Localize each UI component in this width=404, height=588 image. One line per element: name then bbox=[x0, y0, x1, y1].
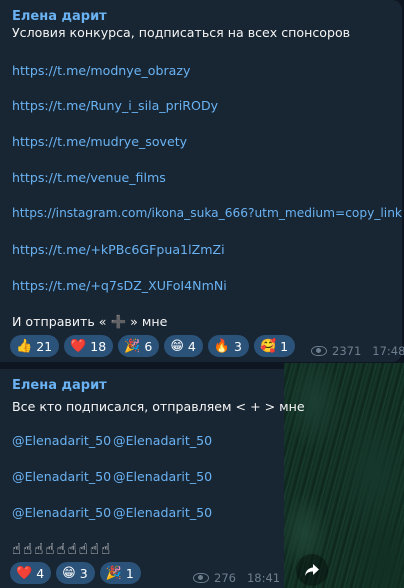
reactions-bar-2: ❤️ 4 😁 3 🎉 1 bbox=[10, 562, 141, 584]
mention[interactable]: @Elenadarit_50 bbox=[12, 433, 111, 448]
link-5[interactable]: https://instagram.com/ikona_suka_666?utm… bbox=[12, 206, 402, 220]
share-arrow-icon bbox=[305, 564, 319, 576]
reaction-count: 4 bbox=[187, 338, 196, 354]
reaction-heart[interactable]: ❤️ 18 bbox=[64, 335, 114, 357]
mention[interactable]: @Elenadarit_50 bbox=[113, 505, 212, 520]
message-meta-1: 2371 17:48 bbox=[311, 344, 404, 358]
reaction-grin[interactable]: 😁 3 bbox=[56, 562, 95, 584]
link-2[interactable]: https://t.me/Runy_i_sila_priRODy bbox=[12, 98, 218, 113]
background-photo bbox=[284, 363, 404, 588]
reaction-count: 21 bbox=[36, 338, 53, 354]
reaction-emoji: 🎉 bbox=[124, 338, 141, 354]
timestamp: 18:41 bbox=[246, 571, 281, 585]
reaction-emoji: ❤️ bbox=[70, 338, 87, 354]
message-text: Все кто подписался, отправляем < + > мне bbox=[12, 399, 305, 414]
pointing-up-emojis: ☝☝☝☝☝☝☝☝☝ bbox=[12, 540, 113, 558]
reaction-count: 4 bbox=[36, 565, 45, 581]
link-3[interactable]: https://t.me/mudrye_sovety bbox=[12, 134, 187, 149]
reaction-emoji: ❤️ bbox=[16, 565, 33, 581]
reaction-count: 1 bbox=[280, 338, 289, 354]
reaction-emoji: 😁 bbox=[170, 338, 184, 354]
eye-icon bbox=[311, 346, 327, 356]
message-meta-2: 276 18:41 bbox=[193, 571, 280, 585]
link-7[interactable]: https://t.me/+q7sDZ_XUFoI4NmNi bbox=[12, 278, 227, 293]
closing-text: И отправить « ➕ » мне bbox=[12, 314, 168, 329]
reaction-thumbs-up[interactable]: 👍 21 bbox=[10, 335, 60, 357]
reaction-grin[interactable]: 😁 4 bbox=[164, 335, 203, 357]
reaction-count: 6 bbox=[144, 338, 153, 354]
reaction-party[interactable]: 🎉 6 bbox=[118, 335, 160, 357]
mention[interactable]: @Elenadarit_50 bbox=[113, 433, 212, 448]
link-6[interactable]: https://t.me/+kPBc6GFpua1lZmZi bbox=[12, 242, 225, 257]
message-text: Условия конкурса, подписаться на всех сп… bbox=[12, 25, 351, 40]
view-count: 276 bbox=[214, 571, 236, 585]
reaction-emoji: 👍 bbox=[16, 338, 33, 354]
reactions-bar-1: 👍 21 ❤️ 18 🎉 6 😁 4 🔥 3 🥰 1 bbox=[10, 335, 296, 357]
sender-name[interactable]: Елена дарит bbox=[12, 377, 274, 395]
view-count: 2371 bbox=[332, 344, 362, 358]
reaction-emoji: 😁 bbox=[62, 565, 76, 581]
eye-icon bbox=[193, 573, 209, 583]
reaction-heart[interactable]: ❤️ 4 bbox=[10, 562, 52, 584]
reaction-party[interactable]: 🎉 1 bbox=[99, 562, 141, 584]
link-4[interactable]: https://t.me/venue_films bbox=[12, 170, 166, 185]
reaction-count: 3 bbox=[79, 565, 88, 581]
reaction-love[interactable]: 🥰 1 bbox=[253, 335, 296, 357]
mention[interactable]: @Elenadarit_50 bbox=[113, 469, 212, 484]
sender-name[interactable]: Елена дарит bbox=[12, 8, 392, 26]
reaction-count: 1 bbox=[125, 565, 134, 581]
mention[interactable]: @Elenadarit_50 bbox=[12, 505, 111, 520]
reaction-emoji: 🥰 bbox=[259, 338, 277, 354]
mention[interactable]: @Elenadarit_50 bbox=[12, 469, 111, 484]
reaction-count: 18 bbox=[90, 338, 107, 354]
share-button[interactable] bbox=[296, 554, 328, 586]
reaction-count: 3 bbox=[234, 338, 242, 354]
reaction-fire[interactable]: 🔥 3 bbox=[207, 335, 249, 357]
reaction-emoji: 🔥 bbox=[213, 338, 231, 354]
timestamp: 17:48 bbox=[372, 344, 404, 358]
reaction-emoji: 🎉 bbox=[105, 565, 122, 581]
link-1[interactable]: https://t.me/modnye_obrazy bbox=[12, 63, 190, 78]
